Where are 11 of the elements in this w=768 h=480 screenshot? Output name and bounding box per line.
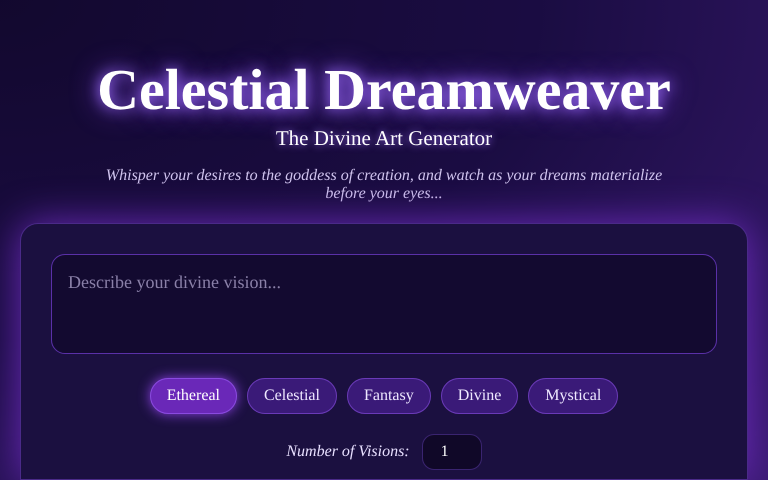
- visions-count-field[interactable]: 1: [422, 434, 482, 470]
- style-chip[interactable]: Ethereal: [150, 378, 237, 414]
- visions-label: Number of Visions:: [286, 442, 410, 462]
- app-subtitle: The Divine Art Generator: [276, 125, 492, 151]
- app-title: Celestial Dreamweaver: [97, 58, 671, 122]
- style-chip[interactable]: Fantasy: [346, 378, 431, 414]
- style-chip[interactable]: Divine: [440, 378, 518, 414]
- style-chip[interactable]: Celestial: [246, 378, 337, 414]
- prompt-field[interactable]: Describe your divine vision...: [51, 254, 717, 354]
- tagline: Whisper your desires to the goddess of creation, and watch as your dreams materialize before your eyes...: [104, 167, 664, 203]
- style-chip[interactable]: Mystical: [528, 378, 618, 414]
